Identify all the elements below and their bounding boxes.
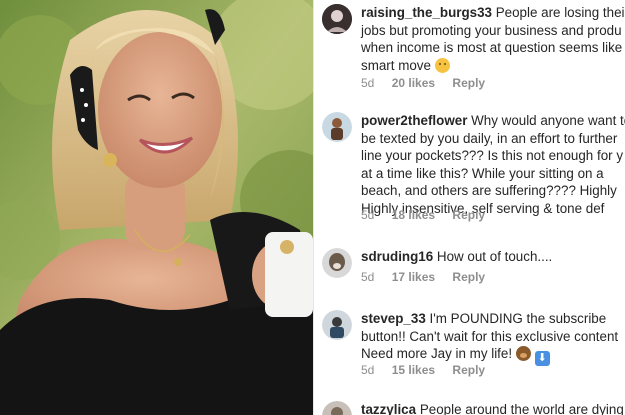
avatar[interactable] — [322, 401, 352, 415]
down-arrow-emoji-icon: ⬇ — [534, 351, 550, 367]
neutral-smile-emoji-icon — [434, 57, 450, 73]
comment-line: when income is most at question seems li… — [361, 40, 623, 56]
comment-likes[interactable]: 20 likes — [392, 76, 435, 90]
comment-line: line your pockets??? Is this not enough … — [361, 148, 624, 164]
comment-meta: 5d 20 likes Reply — [361, 76, 499, 90]
comment-line: I'm POUNDING the subscribe — [429, 311, 607, 326]
comments-panel: raising_the_burgs33 People are losing th… — [314, 0, 625, 415]
portrait-photo-icon — [0, 0, 313, 415]
post-photo — [0, 0, 313, 415]
reply-button[interactable]: Reply — [452, 270, 485, 284]
comment-age: 5d — [361, 76, 375, 90]
comment-body: tazzylica People around the world are dy… — [361, 401, 625, 415]
comment-line: Need more Jay in my life! — [361, 346, 513, 362]
comment-line: beach, and others are suffering???? High… — [361, 183, 617, 199]
comment-username[interactable]: raising_the_burgs33 — [361, 5, 492, 20]
comment-line: be texted by you daily, in an effort to … — [361, 130, 618, 146]
avatar[interactable] — [322, 112, 352, 142]
comment-line: at a time like this? While your sitting … — [361, 165, 604, 181]
comment-username[interactable]: power2theflower — [361, 113, 467, 128]
avatar[interactable] — [322, 310, 352, 340]
reply-button[interactable]: Reply — [452, 208, 485, 222]
comment-age: 5d — [361, 270, 375, 284]
reply-button[interactable]: Reply — [452, 76, 485, 90]
comment-meta: 5d 15 likes Reply — [361, 363, 499, 377]
comment-body: stevep_33 I'm POUNDING the subscribe but… — [361, 310, 625, 367]
comment-line: People are losing their — [495, 5, 625, 20]
user-avatar-icon — [322, 248, 352, 278]
comment-meta: 5d 18 likes Reply — [361, 208, 499, 222]
comment-line: People around the world are dying — [419, 402, 624, 415]
comment-likes[interactable]: 18 likes — [392, 208, 435, 222]
user-avatar-icon — [322, 4, 352, 34]
comment-age: 5d — [361, 363, 375, 377]
avatar[interactable] — [322, 4, 352, 34]
comment-age: 5d — [361, 208, 375, 222]
comment-line: smart move — [361, 57, 431, 73]
comment-body: sdruding16 How out of touch.... — [361, 248, 625, 266]
comment-line: jobs but promoting your business and pro… — [361, 22, 622, 38]
user-avatar-icon — [322, 310, 352, 340]
comment-username[interactable]: tazzylica — [361, 402, 416, 415]
comment-username[interactable]: sdruding16 — [361, 249, 433, 264]
bear-emoji-icon — [515, 346, 531, 362]
comment-line: button!! Can't wait for this exclusive c… — [361, 328, 619, 344]
user-avatar-icon — [322, 112, 352, 142]
comment-likes[interactable]: 15 likes — [392, 363, 435, 377]
avatar[interactable] — [322, 248, 352, 278]
comment-meta: 5d 17 likes Reply — [361, 270, 499, 284]
comment-username[interactable]: stevep_33 — [361, 311, 426, 326]
comment-line: Why would anyone want to — [471, 113, 625, 128]
comment-body: power2theflower Why would anyone want to… — [361, 112, 625, 218]
user-avatar-icon — [322, 401, 352, 415]
reply-button[interactable]: Reply — [452, 363, 485, 377]
comment-line: How out of touch.... — [436, 249, 553, 264]
comment-likes[interactable]: 17 likes — [392, 270, 435, 284]
comment-body: raising_the_burgs33 People are losing th… — [361, 4, 625, 74]
